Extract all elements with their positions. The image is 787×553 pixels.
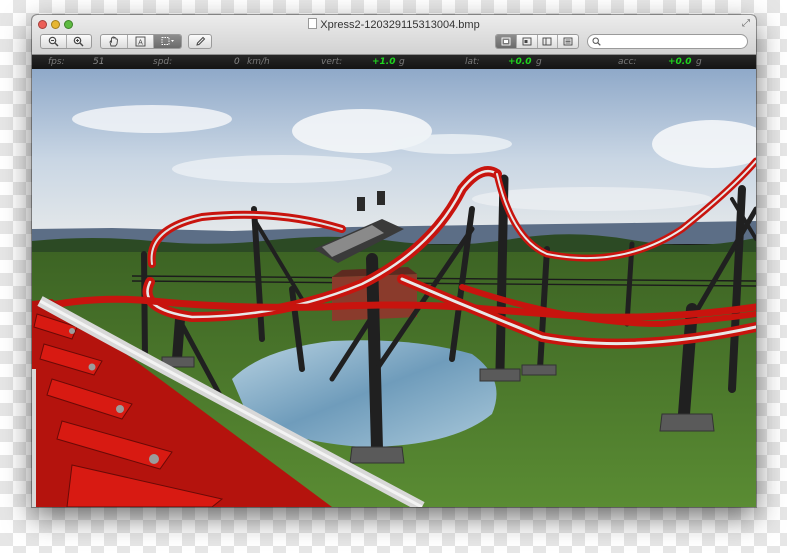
- tool-mode-control: A: [100, 34, 182, 49]
- rectangle-select-icon: [161, 37, 174, 45]
- view-two-page-button[interactable]: [517, 35, 538, 48]
- zoom-in-button[interactable]: [67, 35, 92, 48]
- fullscreen-icon[interactable]: ⤢: [742, 19, 750, 29]
- zoom-in-icon: [73, 36, 84, 47]
- lat-value: +0.0: [508, 57, 532, 67]
- zoom-out-icon: [48, 36, 59, 47]
- preview-window: Xpress2-120329115313004.bmp ⤢ A fps: 51 …: [32, 15, 756, 507]
- acc-label: acc:: [618, 57, 637, 67]
- vert-unit: g: [399, 57, 405, 67]
- lat-label: lat:: [465, 57, 480, 67]
- hand-tool-icon: [109, 36, 119, 47]
- roller-coaster-viewport[interactable]: [32, 69, 756, 507]
- document-icon: [308, 18, 318, 29]
- single-view-icon: [501, 37, 511, 46]
- text-select-button[interactable]: A: [128, 35, 155, 48]
- telemetry-hud: fps: 51 spd: 0 km/h vert: +1.0 g lat: +0…: [32, 55, 756, 69]
- lat-unit: g: [536, 57, 542, 67]
- svg-text:A: A: [138, 39, 143, 46]
- two-page-icon: [522, 37, 532, 46]
- zoom-control: [40, 34, 92, 49]
- search-input[interactable]: [601, 36, 744, 47]
- search-icon: [592, 37, 601, 46]
- annotate-button[interactable]: [188, 34, 212, 49]
- acc-value: +0.0: [668, 57, 692, 67]
- speed-label: spd:: [153, 57, 173, 67]
- sidebar-view-icon: [542, 37, 552, 46]
- window-title-bar: Xpress2-120329115313004.bmp: [32, 18, 756, 32]
- view-mode-control: [495, 34, 579, 49]
- fps-value: 51: [93, 57, 105, 67]
- speed-value: 0: [234, 57, 240, 67]
- speed-unit: km/h: [247, 57, 270, 67]
- search-field[interactable]: [587, 34, 748, 49]
- fps-label: fps:: [48, 57, 65, 67]
- rectangle-select-button[interactable]: [154, 35, 181, 48]
- vert-label: vert:: [321, 57, 343, 67]
- vert-value: +1.0: [372, 57, 396, 67]
- view-sidebar-button[interactable]: [538, 35, 559, 48]
- view-contact-sheet-button[interactable]: [558, 35, 578, 48]
- contact-sheet-icon: [563, 37, 573, 46]
- view-single-button[interactable]: [496, 35, 517, 48]
- titlebar: Xpress2-120329115313004.bmp ⤢ A: [32, 15, 756, 55]
- sky: [32, 69, 756, 234]
- acc-unit: g: [696, 57, 702, 67]
- pencil-icon: [195, 36, 205, 46]
- text-select-icon: A: [135, 36, 146, 47]
- zoom-out-button[interactable]: [41, 35, 67, 48]
- hand-tool-button[interactable]: [101, 35, 128, 48]
- window-title: Xpress2-120329115313004.bmp: [320, 19, 480, 31]
